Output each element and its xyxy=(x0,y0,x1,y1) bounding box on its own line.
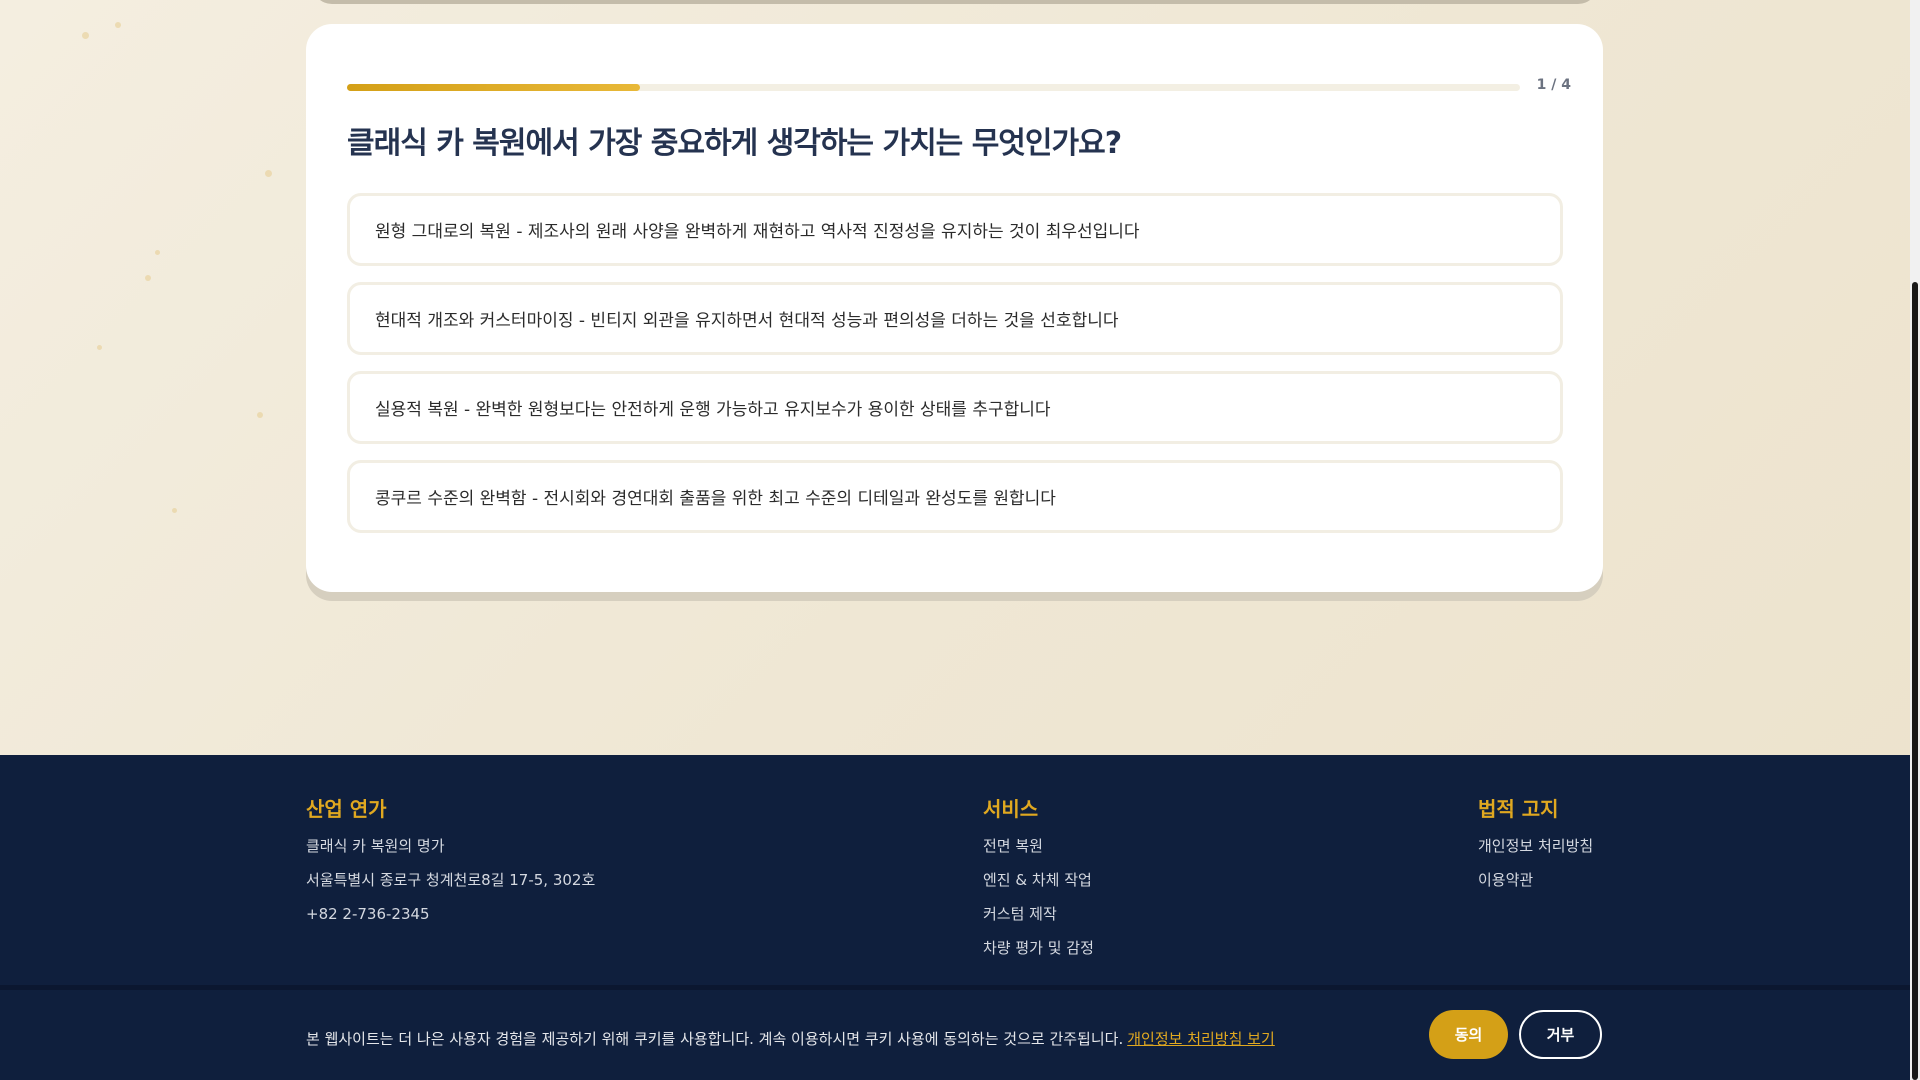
option-practical[interactable]: 실용적 복원 - 완벽한 원형보다는 안전하게 운행 가능하고 유지보수가 용이… xyxy=(347,371,1563,444)
footer-tagline: 클래식 카 복원의 명가 xyxy=(306,837,445,855)
footer-link-terms[interactable]: 이용약관 xyxy=(1478,870,1593,904)
decor-dot xyxy=(82,32,89,39)
footer-link-privacy[interactable]: 개인정보 처리방침 xyxy=(1478,836,1593,870)
footer-link[interactable]: 엔진 & 차체 작업 xyxy=(983,870,1094,904)
quiz-card: 1 / 4 클래식 카 복원에서 가장 중요하게 생각하는 가치는 무엇인가요?… xyxy=(306,24,1603,592)
decor-dot xyxy=(172,508,177,513)
footer-heading: 법적 고지 xyxy=(1478,797,1559,821)
progress-fill xyxy=(347,84,641,91)
decor-dot xyxy=(115,22,121,28)
footer-company: 산업 연가 클래식 카 복원의 명가 서울특별시 종로구 청계천로8길 17-5… xyxy=(306,793,595,938)
scrollbar[interactable] xyxy=(1910,0,1920,1080)
cookie-message: 본 웹사이트는 더 나은 사용자 경험을 제공하기 위해 쿠키를 사용합니다. … xyxy=(306,1030,1124,1048)
previous-card xyxy=(312,0,1598,4)
reject-button[interactable]: 거부 xyxy=(1519,1010,1602,1059)
footer-link[interactable]: 전면 복원 xyxy=(983,836,1094,870)
question-counter: 1 / 4 xyxy=(1536,77,1571,93)
footer-services: 서비스 전면 복원 엔진 & 차체 작업 커스텀 제작 차량 평가 및 감정 xyxy=(983,793,1094,972)
decor-dot xyxy=(145,275,151,281)
footer-legal: 법적 고지 개인정보 처리방침 이용약관 xyxy=(1478,793,1593,904)
question-title: 클래식 카 복원에서 가장 중요하게 생각하는 가치는 무엇인가요? xyxy=(347,126,1122,161)
option-modern[interactable]: 현대적 개조와 커스터마이징 - 빈티지 외관을 유지하면서 현대적 성능과 편… xyxy=(347,282,1563,355)
decor-dot xyxy=(257,412,263,418)
footer-phone: +82 2-736-2345 xyxy=(306,905,430,923)
footer-heading: 산업 연가 xyxy=(306,797,387,821)
cookie-banner: 본 웹사이트는 더 나은 사용자 경험을 제공하기 위해 쿠키를 사용합니다. … xyxy=(0,985,1910,1080)
decor-dot xyxy=(97,345,102,350)
option-original[interactable]: 원형 그대로의 복원 - 제조사의 원래 사양을 완벽하게 재현하고 역사적 진… xyxy=(347,193,1563,266)
footer-heading: 서비스 xyxy=(983,797,1039,821)
decor-dot xyxy=(155,250,160,255)
decor-dot xyxy=(265,170,272,177)
option-concours[interactable]: 콩쿠르 수준의 완벽함 - 전시회와 경연대회 출품을 위한 최고 수준의 디테… xyxy=(347,460,1563,533)
footer-link[interactable]: 차량 평가 및 감정 xyxy=(983,938,1094,972)
footer-address: 서울특별시 종로구 청계천로8길 17-5, 302호 xyxy=(306,871,596,889)
footer-link[interactable]: 커스텀 제작 xyxy=(983,904,1094,938)
agree-button[interactable]: 동의 xyxy=(1429,1010,1508,1059)
scrollbar-thumb[interactable] xyxy=(1912,282,1918,1080)
progress-bar xyxy=(347,84,1520,91)
privacy-policy-link[interactable]: 개인정보 처리방침 보기 xyxy=(1127,1030,1275,1048)
